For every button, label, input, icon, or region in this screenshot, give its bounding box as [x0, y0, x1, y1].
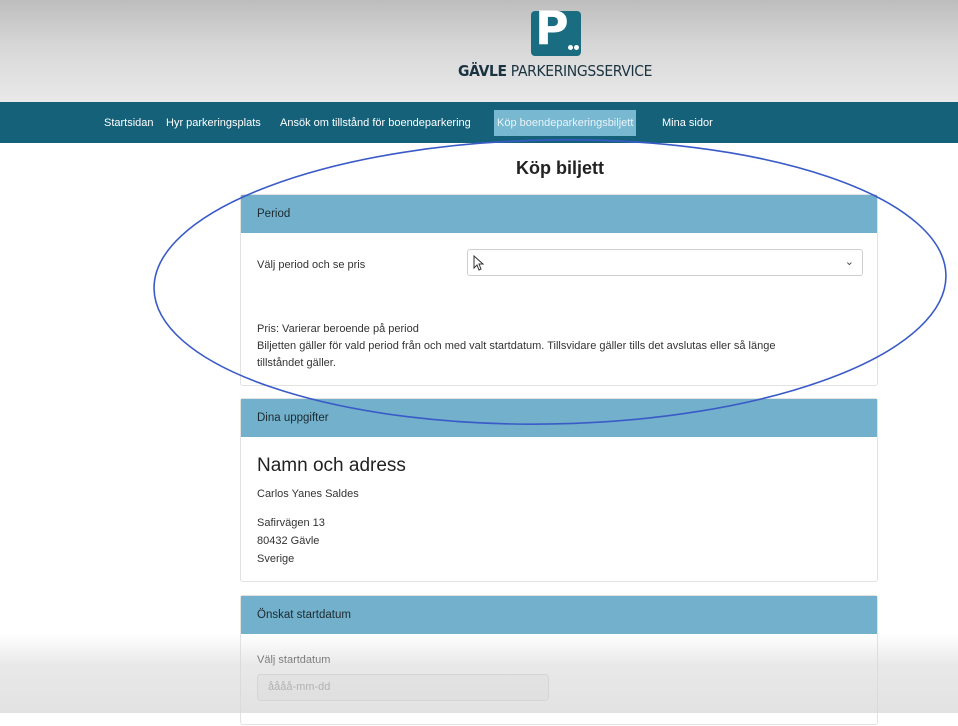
nav-startsidan[interactable]: Startsidan [101, 112, 157, 134]
startdate-input[interactable]: åååå-mm-dd [257, 674, 549, 701]
period-card-body: Välj period och se pris ⌄ Pris: Varierar… [241, 233, 877, 387]
logo-letter: P [535, 1, 569, 55]
period-card-header: Period [241, 195, 877, 233]
period-card: Period Välj period och se pris ⌄ Pris: V… [240, 194, 878, 386]
logo-icon[interactable]: P [531, 5, 581, 56]
price-text: Pris: Varierar beroende på period [257, 323, 419, 335]
startdate-card-header: Önskat startdatum [241, 596, 877, 634]
startdate-label: Välj startdatum [257, 654, 331, 666]
period-select[interactable]: ⌄ [467, 249, 863, 276]
validity-text-line1: Biljetten gäller för vald period från oc… [257, 340, 776, 352]
startdate-card: Önskat startdatum Välj startdatum åååå-m… [240, 595, 878, 725]
site-header: P GÄVLE PARKERINGSSERVICE [0, 0, 958, 102]
address-postal: 80432 Gävle [257, 535, 320, 547]
details-card-body: Namn och adress Carlos Yanes Saldes Safi… [241, 437, 877, 583]
brand-name-bold: GÄVLE [458, 62, 507, 80]
nav-mina-sidor[interactable]: Mina sidor [659, 112, 716, 134]
nav-ansok-tillstand[interactable]: Ansök om tillstånd för boendeparkering [277, 112, 474, 134]
name-address-heading: Namn och adress [257, 455, 406, 476]
address-country: Sverige [257, 553, 295, 565]
brand-name-rest: PARKERINGSSERVICE [506, 62, 653, 80]
page-title: Köp biljett [516, 158, 604, 178]
logo-dot [568, 45, 573, 50]
chevron-down-icon: ⌄ [844, 256, 854, 268]
validity-text-line2: tillståndet gäller. [257, 357, 336, 369]
brand-name[interactable]: GÄVLE PARKERINGSSERVICE [458, 62, 652, 80]
mouse-pointer-icon [473, 255, 485, 271]
details-card: Dina uppgifter Namn och adress Carlos Ya… [240, 398, 878, 582]
period-select-label: Välj period och se pris [257, 259, 366, 271]
nav-hyr-parkeringsplats[interactable]: Hyr parkeringsplats [163, 112, 264, 134]
nav-kop-biljett[interactable]: Köp boendeparkeringsbiljett [494, 110, 637, 136]
main-navbar: Startsidan Hyr parkeringsplats Ansök om … [0, 102, 958, 143]
customer-name: Carlos Yanes Saldes [257, 488, 359, 500]
details-card-header: Dina uppgifter [241, 399, 877, 437]
address-street: Safirvägen 13 [257, 517, 325, 529]
startdate-card-body: Välj startdatum åååå-mm-dd [241, 634, 877, 726]
logo-dot [574, 45, 579, 50]
